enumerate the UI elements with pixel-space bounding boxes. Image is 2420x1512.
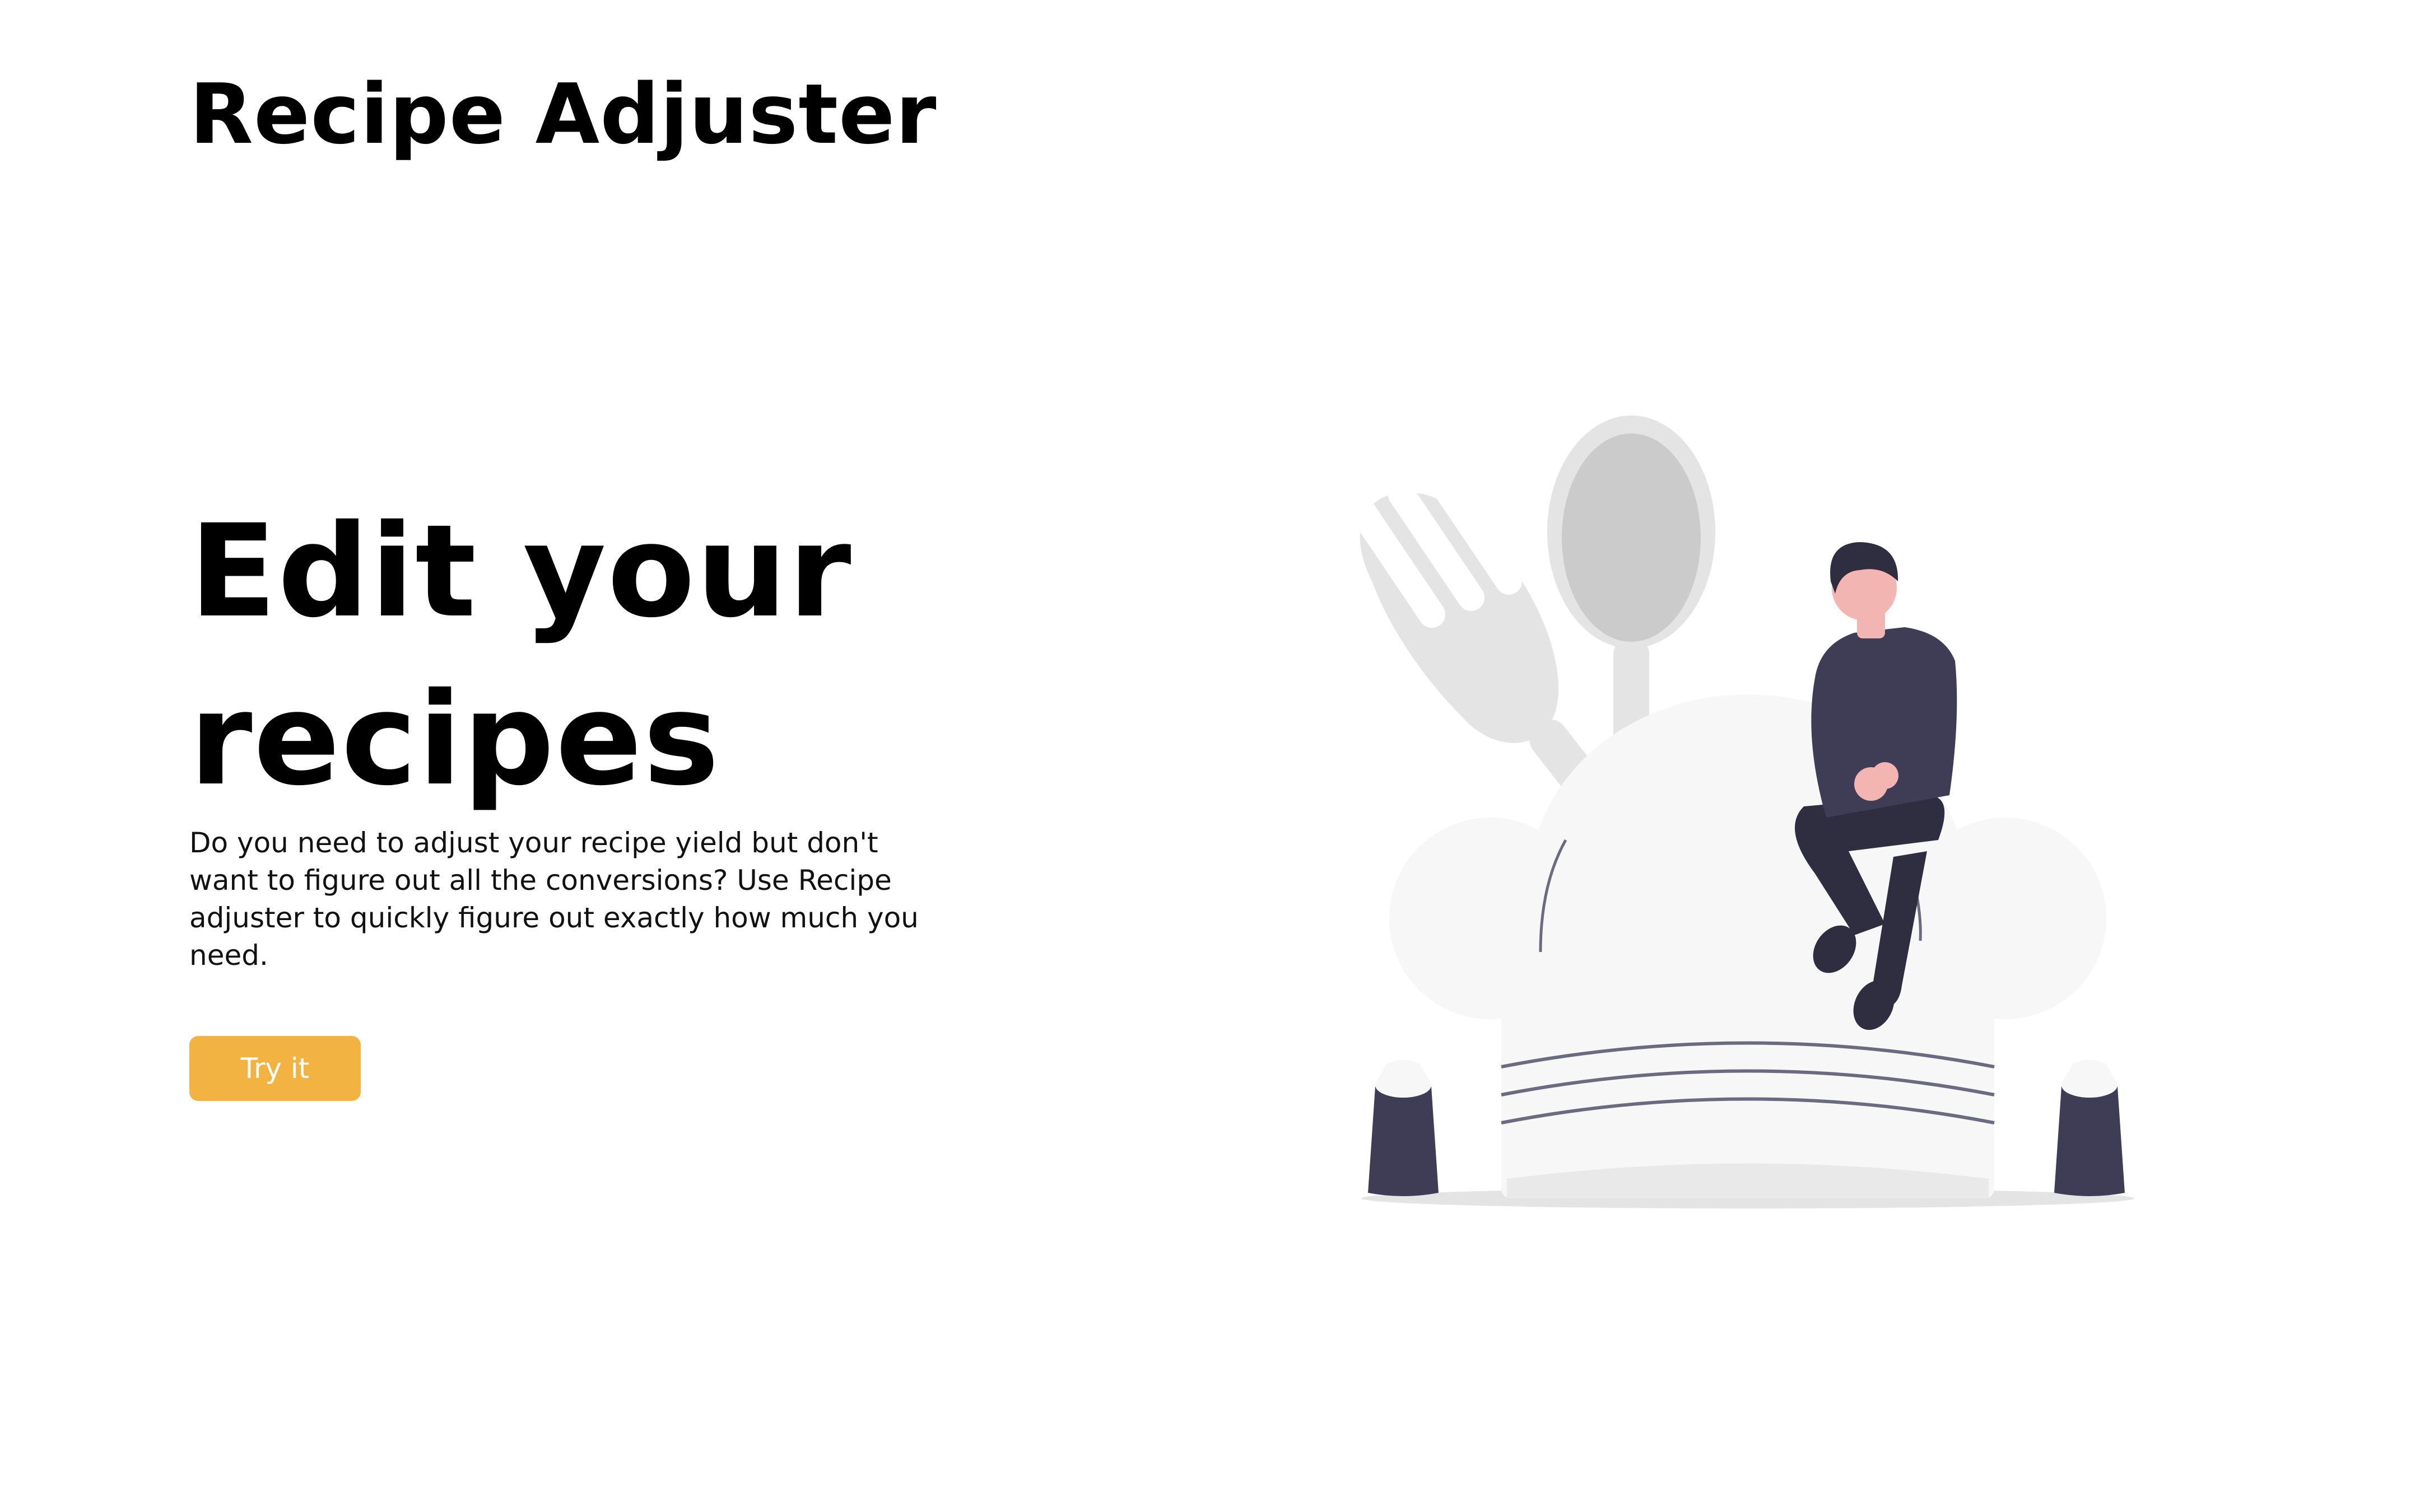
salt-shaker-right-icon [2054, 1060, 2125, 1196]
try-it-button[interactable]: Try it [189, 1036, 361, 1101]
salt-shaker-left-icon [1368, 1060, 1439, 1196]
hero-description: Do you need to adjust your recipe yield … [189, 827, 919, 972]
hero-title: Edit your recipes [189, 497, 853, 814]
chef-hat-illustration [1348, 416, 2134, 1208]
site-logo-title: Recipe Adjuster [189, 66, 937, 162]
chef-hat [1389, 694, 2106, 1198]
